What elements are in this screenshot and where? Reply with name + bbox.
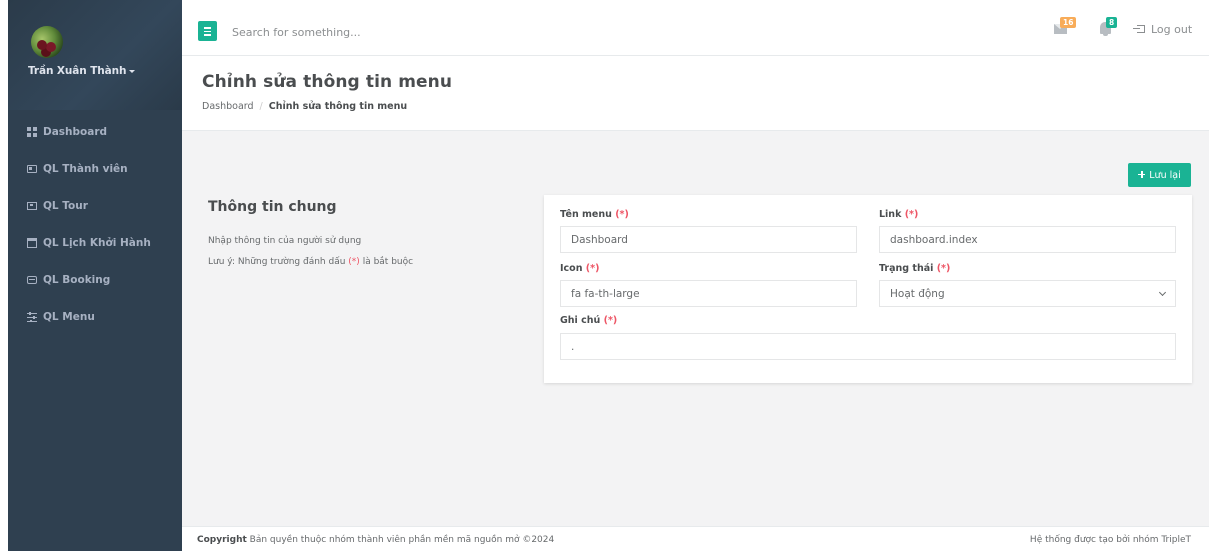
sidebar-item-members[interactable]: QL Thành viên (8, 150, 182, 187)
mail-count-badge: 16 (1060, 17, 1077, 28)
section-desc-line-2: Lưu ý: Những trường đánh dấu (*) là bắt … (208, 252, 413, 273)
sidebar-item-label: QL Menu (43, 310, 95, 323)
th-large-icon (27, 126, 37, 137)
form-card: Tên menu (*) Link (*) Icon (*) Trạng thá… (544, 195, 1192, 383)
plus-icon (1138, 171, 1146, 178)
main-content: Lưu lại Thông tin chung Nhập thông tin c… (182, 131, 1209, 526)
label-text: Link (879, 209, 902, 220)
profile-block: Trần Xuân Thành (8, 0, 182, 110)
logout-label: Log out (1151, 23, 1193, 36)
breadcrumb-separator: / (259, 101, 263, 112)
breadcrumb-current: Chỉnh sửa thông tin menu (268, 101, 408, 112)
page-title: Chỉnh sửa thông tin menu (202, 72, 453, 92)
section-description: Nhập thông tin của người sử dụng Lưu ý: … (208, 231, 413, 273)
required-mark: (*) (615, 209, 629, 220)
status-selected-value: Hoạt động (890, 287, 945, 300)
status-select[interactable]: Hoạt động (879, 280, 1176, 307)
sidebar-item-label: QL Thành viên (43, 162, 128, 175)
logout-link[interactable]: Log out (1133, 23, 1193, 36)
breadcrumb-home-link[interactable]: Dashboard (202, 101, 254, 112)
user-name: Trần Xuân Thành (28, 65, 127, 77)
label-text: Ghi chú (560, 315, 601, 326)
sidebar-item-menu[interactable]: QL Menu (8, 298, 182, 335)
required-mark: (*) (904, 209, 919, 220)
id-card-icon (27, 164, 37, 173)
note-label: Ghi chú (*) (560, 315, 617, 326)
sign-out-icon (1133, 25, 1145, 33)
sidebar-item-booking[interactable]: QL Booking (8, 261, 182, 298)
copyright-text: Bản quyền thuộc nhóm thành viên phần mền… (249, 535, 555, 545)
label-text: Icon (560, 263, 583, 274)
sidebar-item-tour[interactable]: QL Tour (8, 187, 182, 224)
link-input[interactable] (879, 226, 1176, 253)
top-navbar: 16 8 Log out (182, 0, 1209, 56)
desc-text: là bắt buộc (362, 257, 414, 267)
sidebar-item-label: QL Tour (43, 199, 88, 212)
sidebar-item-label: Dashboard (43, 125, 108, 138)
page-heading: Chỉnh sửa thông tin menu Dashboard / Chỉnh… (182, 56, 1209, 131)
sidebar-item-label: QL Lịch Khởi Hành (43, 236, 151, 249)
avatar[interactable] (31, 26, 63, 58)
icon-label: Icon (*) (560, 263, 599, 274)
sidebar-item-label: QL Booking (43, 273, 111, 286)
label-text: Trạng thái (879, 263, 934, 274)
user-menu-toggle[interactable]: Trần Xuân Thành (28, 65, 182, 77)
notification-count-badge: 8 (1106, 17, 1118, 28)
icon-input[interactable] (560, 280, 857, 307)
link-label: Link (*) (879, 209, 918, 220)
save-button[interactable]: Lưu lại (1128, 163, 1191, 187)
menu-name-label: Tên menu (*) (560, 209, 629, 220)
breadcrumb: Dashboard / Chỉnh sửa thông tin menu (202, 101, 1209, 112)
label-text: Tên menu (560, 209, 612, 220)
footer-copyright: Copyright Bản quyền thuộc nhóm thành viê… (197, 535, 554, 545)
section-title: Thông tin chung (208, 199, 337, 215)
copyright-bold: Copyright (197, 535, 247, 545)
sliders-icon (27, 311, 37, 322)
save-label: Lưu lại (1149, 169, 1181, 181)
sidebar: Trần Xuân Thành Dashboard QL Thành viên … (8, 0, 182, 551)
status-label: Trạng thái (*) (879, 263, 950, 274)
caret-down-icon (129, 69, 136, 73)
menu-toggle-button[interactable] (198, 21, 217, 41)
required-mark: (*) (348, 257, 360, 267)
desc-text: Lưu ý: Những trường đánh dấu (208, 257, 346, 267)
section-desc-line-1: Nhập thông tin của người sử dụng (208, 236, 362, 246)
calendar-icon (27, 237, 37, 248)
hdd-icon (27, 275, 37, 284)
menu-name-input[interactable] (560, 226, 857, 253)
footer: Copyright Bản quyền thuộc nhóm thành viê… (182, 526, 1209, 551)
sidebar-nav: Dashboard QL Thành viên QL Tour QL Lịch … (8, 113, 182, 335)
chevron-down-icon (1158, 288, 1167, 296)
sidebar-item-schedule[interactable]: QL Lịch Khởi Hành (8, 224, 182, 261)
ticket-icon (27, 201, 37, 210)
required-mark: (*) (936, 263, 951, 274)
note-input[interactable] (560, 333, 1176, 360)
footer-credit: Hệ thống được tạo bởi nhóm TripleT (1029, 535, 1191, 545)
required-mark: (*) (585, 263, 600, 274)
search-input[interactable] (232, 22, 532, 42)
sidebar-item-dashboard[interactable]: Dashboard (8, 113, 182, 150)
required-mark: (*) (603, 315, 618, 326)
